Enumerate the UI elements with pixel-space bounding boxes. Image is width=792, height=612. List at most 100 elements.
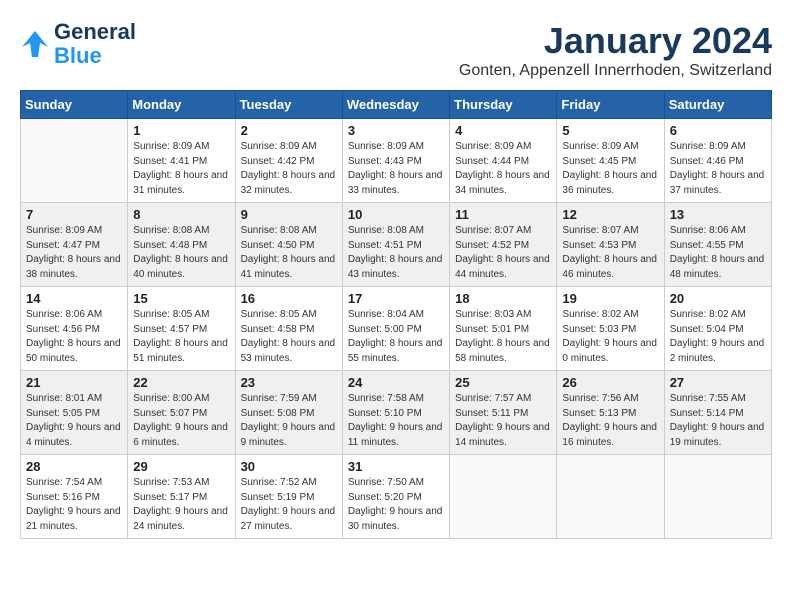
calendar-cell: 24Sunrise: 7:58 AM Sunset: 5:10 PM Dayli… — [342, 371, 449, 455]
day-info: Sunrise: 8:09 AM Sunset: 4:46 PM Dayligh… — [670, 140, 766, 198]
day-number: 5 — [562, 123, 658, 138]
weekday-header-thursday: Thursday — [450, 91, 557, 119]
calendar-cell: 21 Sunrise: 8:01 AM Sunset: 5:05 PM Dayli… — [21, 371, 128, 455]
day-number: 10 — [348, 207, 444, 222]
calendar-cell: 18 Sunrise: 8:03 AM Sunset: 5:01 PM Dayli… — [450, 287, 557, 371]
calendar-week-row: 7Sunrise: 8:09 AM Sunset: 4:47 PM Daylig… — [21, 203, 772, 287]
calendar-cell: 29 Sunrise: 7:53 AM Sunset: 5:17 PM Dayli… — [128, 455, 235, 539]
day-number: 11 — [455, 207, 551, 222]
day-number: 19 — [562, 291, 658, 306]
day-info: Sunrise: 8:06 AM Sunset: 4:55 PM Dayligh… — [670, 224, 766, 282]
day-info: Sunrise: 7:50 AM Sunset: 5:20 PM Dayligh… — [348, 476, 444, 534]
day-info: Sunrise: 8:06 AM Sunset: 4:56 PM Dayligh… — [26, 308, 122, 366]
calendar-cell: 5 Sunrise: 8:09 AM Sunset: 4:45 PM Daylig… — [557, 119, 664, 203]
calendar-cell — [21, 119, 128, 203]
calendar-cell: 2Sunrise: 8:09 AM Sunset: 4:42 PM Daylig… — [235, 119, 342, 203]
weekday-header-sunday: Sunday — [21, 91, 128, 119]
calendar-cell: 7Sunrise: 8:09 AM Sunset: 4:47 PM Daylig… — [21, 203, 128, 287]
day-info: Sunrise: 8:01 AM Sunset: 5:05 PM Dayligh… — [26, 392, 122, 450]
calendar-week-row: 28 Sunrise: 7:54 AM Sunset: 5:16 PM Dayli… — [21, 455, 772, 539]
day-number: 23 — [241, 375, 337, 390]
day-number: 8 — [133, 207, 229, 222]
day-info: Sunrise: 7:54 AM Sunset: 5:16 PM Dayligh… — [26, 476, 122, 534]
day-info: Sunrise: 8:03 AM Sunset: 5:01 PM Dayligh… — [455, 308, 551, 366]
calendar-cell: 23Sunrise: 7:59 AM Sunset: 5:08 PM Dayli… — [235, 371, 342, 455]
calendar-cell: 10 Sunrise: 8:08 AM Sunset: 4:51 PM Dayli… — [342, 203, 449, 287]
day-info: Sunrise: 8:07 AM Sunset: 4:52 PM Dayligh… — [455, 224, 551, 282]
calendar-cell: 30 Sunrise: 7:52 AM Sunset: 5:19 PM Dayli… — [235, 455, 342, 539]
calendar-cell: 12 Sunrise: 8:07 AM Sunset: 4:53 PM Dayli… — [557, 203, 664, 287]
calendar-cell — [664, 455, 771, 539]
page-header: General Blue January 2024 Gonten, Appenz… — [20, 20, 772, 80]
day-number: 12 — [562, 207, 658, 222]
weekday-header-tuesday: Tuesday — [235, 91, 342, 119]
day-number: 22 — [133, 375, 229, 390]
day-info: Sunrise: 8:09 AM Sunset: 4:41 PM Dayligh… — [133, 140, 229, 198]
day-number: 30 — [241, 459, 337, 474]
day-number: 14 — [26, 291, 122, 306]
day-number: 13 — [670, 207, 766, 222]
day-info: Sunrise: 7:55 AM Sunset: 5:14 PM Dayligh… — [670, 392, 766, 450]
day-info: Sunrise: 8:08 AM Sunset: 4:48 PM Dayligh… — [133, 224, 229, 282]
day-number: 15 — [133, 291, 229, 306]
day-number: 28 — [26, 459, 122, 474]
calendar-cell — [450, 455, 557, 539]
day-info: Sunrise: 7:56 AM Sunset: 5:13 PM Dayligh… — [562, 392, 658, 450]
calendar-cell: 19 Sunrise: 8:02 AM Sunset: 5:03 PM Dayli… — [557, 287, 664, 371]
day-info: Sunrise: 7:52 AM Sunset: 5:19 PM Dayligh… — [241, 476, 337, 534]
logo: General Blue — [20, 20, 136, 68]
calendar-cell: 27Sunrise: 7:55 AM Sunset: 5:14 PM Dayli… — [664, 371, 771, 455]
calendar-cell: 9 Sunrise: 8:08 AM Sunset: 4:50 PM Daylig… — [235, 203, 342, 287]
day-info: Sunrise: 7:57 AM Sunset: 5:11 PM Dayligh… — [455, 392, 551, 450]
day-info: Sunrise: 8:09 AM Sunset: 4:45 PM Dayligh… — [562, 140, 658, 198]
calendar-title: January 2024 — [459, 20, 772, 62]
day-number: 21 — [26, 375, 122, 390]
logo-icon — [20, 29, 50, 59]
day-number: 6 — [670, 123, 766, 138]
day-info: Sunrise: 8:09 AM Sunset: 4:42 PM Dayligh… — [241, 140, 337, 198]
day-info: Sunrise: 8:07 AM Sunset: 4:53 PM Dayligh… — [562, 224, 658, 282]
weekday-header-monday: Monday — [128, 91, 235, 119]
calendar-cell: 3Sunrise: 8:09 AM Sunset: 4:43 PM Daylig… — [342, 119, 449, 203]
calendar-cell: 25 Sunrise: 7:57 AM Sunset: 5:11 PM Dayli… — [450, 371, 557, 455]
day-info: Sunrise: 8:05 AM Sunset: 4:58 PM Dayligh… — [241, 308, 337, 366]
title-block: January 2024 Gonten, Appenzell Innerrhod… — [459, 20, 772, 80]
calendar-week-row: 14 Sunrise: 8:06 AM Sunset: 4:56 PM Dayli… — [21, 287, 772, 371]
calendar-cell: 28 Sunrise: 7:54 AM Sunset: 5:16 PM Dayli… — [21, 455, 128, 539]
calendar-cell: 11 Sunrise: 8:07 AM Sunset: 4:52 PM Dayli… — [450, 203, 557, 287]
day-info: Sunrise: 8:08 AM Sunset: 4:51 PM Dayligh… — [348, 224, 444, 282]
calendar-cell: 8 Sunrise: 8:08 AM Sunset: 4:48 PM Daylig… — [128, 203, 235, 287]
calendar-header-row: SundayMondayTuesdayWednesdayThursdayFrid… — [21, 91, 772, 119]
calendar-week-row: 21 Sunrise: 8:01 AM Sunset: 5:05 PM Dayli… — [21, 371, 772, 455]
calendar-subtitle: Gonten, Appenzell Innerrhoden, Switzerla… — [459, 62, 772, 80]
day-number: 25 — [455, 375, 551, 390]
day-info: Sunrise: 8:05 AM Sunset: 4:57 PM Dayligh… — [133, 308, 229, 366]
day-number: 31 — [348, 459, 444, 474]
day-number: 9 — [241, 207, 337, 222]
calendar-cell: 4Sunrise: 8:09 AM Sunset: 4:44 PM Daylig… — [450, 119, 557, 203]
day-number: 3 — [348, 123, 444, 138]
calendar-cell: 22Sunrise: 8:00 AM Sunset: 5:07 PM Dayli… — [128, 371, 235, 455]
day-info: Sunrise: 8:02 AM Sunset: 5:04 PM Dayligh… — [670, 308, 766, 366]
logo-text-blue: Blue — [54, 44, 136, 68]
day-info: Sunrise: 8:08 AM Sunset: 4:50 PM Dayligh… — [241, 224, 337, 282]
logo-text-general: General — [54, 20, 136, 44]
calendar-cell: 15 Sunrise: 8:05 AM Sunset: 4:57 PM Dayli… — [128, 287, 235, 371]
calendar-cell: 16 Sunrise: 8:05 AM Sunset: 4:58 PM Dayli… — [235, 287, 342, 371]
day-number: 24 — [348, 375, 444, 390]
day-info: Sunrise: 8:04 AM Sunset: 5:00 PM Dayligh… — [348, 308, 444, 366]
day-info: Sunrise: 8:02 AM Sunset: 5:03 PM Dayligh… — [562, 308, 658, 366]
day-number: 4 — [455, 123, 551, 138]
day-number: 1 — [133, 123, 229, 138]
calendar-cell: 14 Sunrise: 8:06 AM Sunset: 4:56 PM Dayli… — [21, 287, 128, 371]
day-number: 29 — [133, 459, 229, 474]
weekday-header-wednesday: Wednesday — [342, 91, 449, 119]
calendar-cell — [557, 455, 664, 539]
day-info: Sunrise: 7:53 AM Sunset: 5:17 PM Dayligh… — [133, 476, 229, 534]
day-number: 18 — [455, 291, 551, 306]
day-number: 26 — [562, 375, 658, 390]
calendar-cell: 6 Sunrise: 8:09 AM Sunset: 4:46 PM Daylig… — [664, 119, 771, 203]
day-number: 16 — [241, 291, 337, 306]
weekday-header-friday: Friday — [557, 91, 664, 119]
day-number: 17 — [348, 291, 444, 306]
